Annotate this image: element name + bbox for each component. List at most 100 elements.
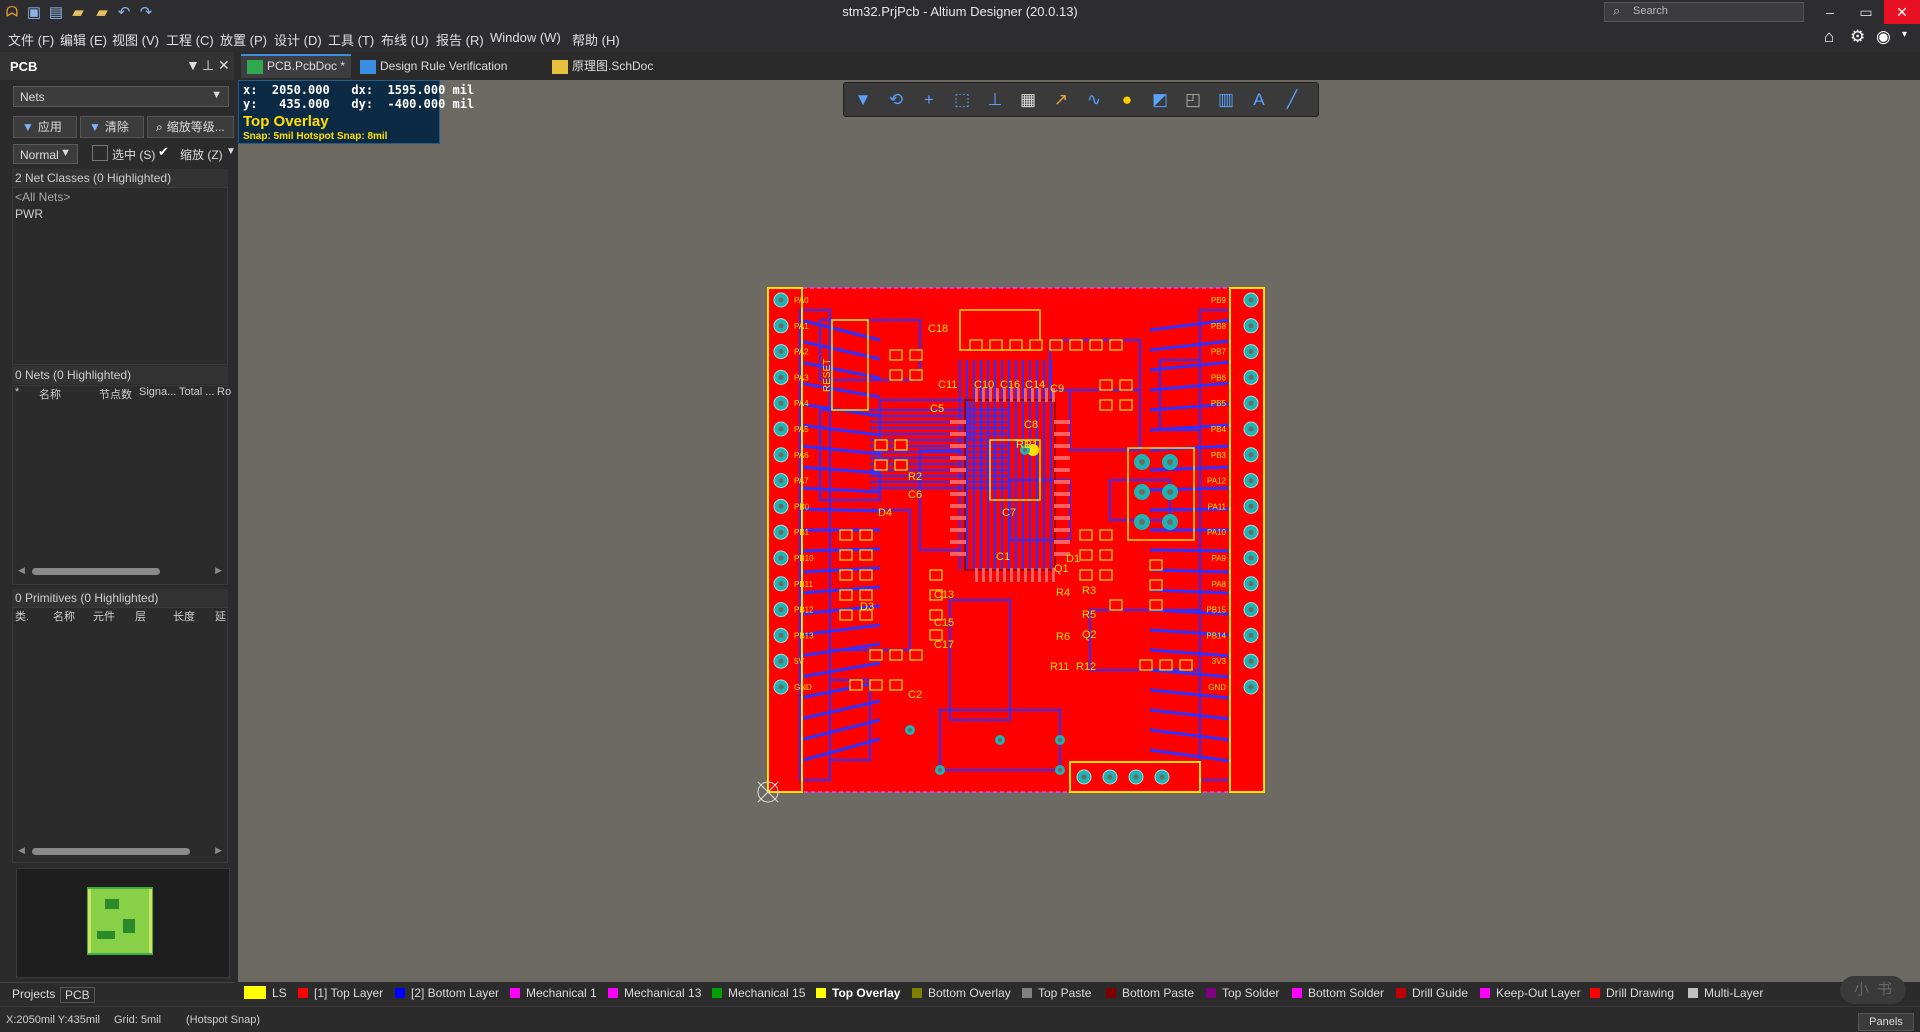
zoom-level-button[interactable]: ⌕ 缩放等级... bbox=[147, 116, 234, 138]
text-icon[interactable]: A bbox=[1248, 89, 1270, 111]
menu-reports[interactable]: 报告 (R) bbox=[436, 30, 484, 49]
menu-project[interactable]: 工程 (C) bbox=[166, 30, 214, 49]
board-thumbnail[interactable] bbox=[16, 868, 230, 978]
pin-icon[interactable]: ⊥ bbox=[202, 57, 214, 74]
column-header[interactable]: 类. bbox=[15, 608, 29, 624]
menu-help[interactable]: 帮助 (H) bbox=[572, 30, 620, 49]
select-rect-icon[interactable]: ⬚ bbox=[951, 89, 973, 111]
layer-tab-bottom-solder[interactable]: Bottom Solder bbox=[1292, 986, 1384, 1000]
status-bar: X:2050mil Y:435mil Grid: 5mil (Hotspot S… bbox=[0, 1006, 1920, 1032]
layer-tab-mechanical-13[interactable]: Mechanical 13 bbox=[608, 986, 701, 1000]
line-icon[interactable]: ╱ bbox=[1281, 89, 1303, 111]
layer-tab-mechanical-15[interactable]: Mechanical 15 bbox=[712, 986, 805, 1000]
smd-pad bbox=[909, 349, 923, 361]
menu-window[interactable]: Window (W) bbox=[490, 30, 561, 45]
scroll-right-icon[interactable]: ▶ bbox=[215, 845, 222, 856]
minimize-button[interactable]: – bbox=[1812, 0, 1848, 24]
select-checkbox[interactable] bbox=[92, 145, 108, 161]
menu-place[interactable]: 放置 (P) bbox=[220, 30, 267, 49]
column-header[interactable]: Signa... bbox=[139, 386, 176, 398]
crosshair-icon[interactable]: + bbox=[918, 89, 940, 111]
menu-view[interactable]: 视图 (V) bbox=[112, 30, 159, 49]
menu-design[interactable]: 设计 (D) bbox=[274, 30, 322, 49]
horizontal-scrollbar[interactable]: ◀ ▶ bbox=[16, 565, 222, 577]
layer-tab-top-solder[interactable]: Top Solder bbox=[1206, 986, 1279, 1000]
polygon-icon[interactable]: ◩ bbox=[1149, 89, 1171, 111]
menu-tools[interactable]: 工具 (T) bbox=[328, 30, 374, 49]
interactive-route-icon[interactable]: ↗ bbox=[1050, 89, 1072, 111]
layer-tab-bottom-paste[interactable]: Bottom Paste bbox=[1106, 986, 1194, 1000]
layer-tab-bottom-overlay[interactable]: Bottom Overlay bbox=[912, 986, 1011, 1000]
align-icon[interactable]: ⊥ bbox=[984, 89, 1006, 111]
tab-pcb[interactable]: PCB bbox=[60, 987, 95, 1003]
clear-button[interactable]: ▼ 清除 bbox=[80, 116, 144, 138]
scroll-right-icon[interactable]: ▶ bbox=[215, 565, 222, 576]
graph-icon[interactable]: ▥ bbox=[1215, 89, 1237, 111]
close-button[interactable]: ✕ bbox=[1884, 0, 1920, 24]
menu-route[interactable]: 布线 (U) bbox=[381, 30, 429, 49]
column-header[interactable]: Total ... bbox=[179, 386, 214, 398]
pad-icon[interactable]: ● bbox=[1116, 89, 1138, 111]
layer-tab-top-layer[interactable]: [1] Top Layer bbox=[298, 986, 383, 1000]
menu-file[interactable]: 文件 (F) bbox=[8, 30, 54, 49]
normal-select[interactable]: Normal ▼ bbox=[13, 144, 78, 164]
column-header[interactable]: 名称 bbox=[39, 386, 61, 402]
column-header[interactable]: Ro bbox=[217, 386, 231, 398]
panels-button[interactable]: Panels bbox=[1858, 1013, 1914, 1031]
column-header[interactable]: 延 bbox=[215, 608, 226, 624]
layer-tab-ls[interactable]: LS bbox=[272, 986, 287, 1000]
horizontal-scrollbar[interactable]: ◀ ▶ bbox=[16, 845, 222, 857]
column-header[interactable]: 节点数 bbox=[99, 386, 132, 402]
close-icon[interactable]: ✕ bbox=[218, 57, 230, 74]
mode-select[interactable]: Nets ▼ bbox=[13, 86, 229, 107]
chevron-down-icon[interactable]: ▼ bbox=[226, 146, 236, 157]
dimension-icon[interactable]: ◰ bbox=[1182, 89, 1204, 111]
tab-drc-report[interactable]: Design Rule Verification Report bbox=[354, 54, 546, 97]
pin-label: PA12 bbox=[1207, 477, 1227, 486]
tab-pcb-doc[interactable]: PCB.PcbDoc * bbox=[241, 54, 351, 78]
tab-schematic[interactable]: 原理图.SchDoc bbox=[546, 54, 666, 78]
gear-icon[interactable]: ⚙ bbox=[1850, 27, 1865, 47]
column-header[interactable]: 长度 bbox=[173, 608, 195, 624]
search-input[interactable]: ⌕ Search bbox=[1604, 2, 1804, 22]
scroll-left-icon[interactable]: ◀ bbox=[18, 565, 25, 576]
current-layer-swatch[interactable] bbox=[244, 986, 266, 999]
apply-button[interactable]: ▼ 应用 bbox=[13, 116, 77, 138]
column-header[interactable]: 层 bbox=[135, 608, 146, 624]
restore-button[interactable]: ▭ bbox=[1848, 0, 1884, 24]
scroll-left-icon[interactable]: ◀ bbox=[18, 845, 25, 856]
via-hole bbox=[938, 768, 942, 772]
layer-tab-mechanical-1[interactable]: Mechanical 1 bbox=[510, 986, 597, 1000]
layer-tab-multi-layer[interactable]: Multi-Layer bbox=[1688, 986, 1763, 1000]
column-header[interactable]: * bbox=[15, 386, 19, 398]
menu-edit[interactable]: 编辑 (E) bbox=[60, 30, 107, 49]
scroll-thumb[interactable] bbox=[32, 568, 160, 575]
smd-pad bbox=[889, 649, 903, 661]
scroll-thumb[interactable] bbox=[32, 848, 190, 855]
user-icon[interactable]: ◉ bbox=[1876, 27, 1891, 47]
column-header[interactable]: 元件 bbox=[93, 608, 115, 624]
layer-tab-bottom-layer[interactable]: [2] Bottom Layer bbox=[395, 986, 499, 1000]
layer-tab-keep-out[interactable]: Keep-Out Layer bbox=[1480, 986, 1581, 1000]
column-header[interactable]: 名称 bbox=[53, 608, 75, 624]
list-item[interactable]: <All Nets> bbox=[15, 190, 70, 204]
layer-tab-top-overlay[interactable]: Top Overlay bbox=[816, 986, 900, 1000]
mcu-pin bbox=[1054, 492, 1070, 496]
tab-projects[interactable]: Projects bbox=[8, 987, 59, 1001]
layer-swatch bbox=[1022, 988, 1032, 998]
home-icon[interactable]: ⌂ bbox=[1824, 27, 1834, 47]
component-icon[interactable]: ▦ bbox=[1017, 89, 1039, 111]
filter-icon[interactable]: ▼ bbox=[852, 89, 874, 111]
coordinate-readout: x: 2050.000 dx: 1595.000 mil y: 435.000 … bbox=[238, 80, 474, 144]
layer-tab-drill-drawing[interactable]: Drill Drawing bbox=[1590, 986, 1674, 1000]
panel-menu-icon[interactable]: ▼ bbox=[186, 57, 200, 73]
pcb-board[interactable]: PA0 PB9 PA1 PB8 PA2 PB7 PA3 PB6 PA4 PB5 PA5 PB4 PA6 P… bbox=[760, 280, 1276, 810]
smd-pad bbox=[1119, 379, 1133, 391]
zoom-checkbox[interactable]: ✔ bbox=[158, 144, 169, 160]
layer-tab-drill-guide[interactable]: Drill Guide bbox=[1396, 986, 1468, 1000]
chevron-down-icon[interactable]: ▾ bbox=[1902, 29, 1907, 40]
layer-tab-top-paste[interactable]: Top Paste bbox=[1022, 986, 1091, 1000]
list-item[interactable]: PWR bbox=[15, 207, 43, 221]
tune-icon[interactable]: ∿ bbox=[1083, 89, 1105, 111]
route-icon[interactable]: ⟲ bbox=[885, 89, 907, 111]
